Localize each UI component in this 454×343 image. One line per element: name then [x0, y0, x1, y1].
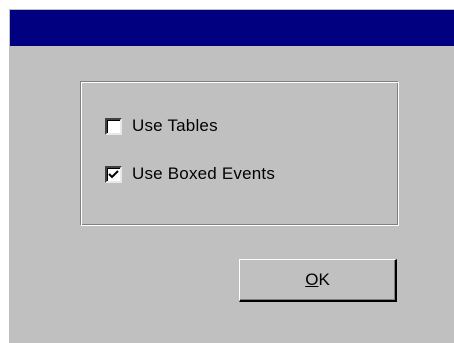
use-tables-checkbox[interactable] [105, 117, 122, 135]
ok-label-rest: K [318, 270, 330, 289]
use-tables-option[interactable]: Use Tables [105, 115, 218, 137]
ok-mnemonic: O [305, 270, 319, 289]
use-tables-label[interactable]: Use Tables [132, 116, 218, 136]
ok-button[interactable]: OK [239, 259, 397, 302]
checkmark-icon [108, 169, 119, 178]
title-bar[interactable] [10, 10, 454, 46]
use-boxed-events-option[interactable]: Use Boxed Events [105, 163, 275, 185]
dialog-window: Use Tables Use Boxed Events OK [8, 8, 454, 343]
use-boxed-events-label[interactable]: Use Boxed Events [132, 164, 275, 184]
ok-button-label: OK [305, 270, 330, 290]
options-groupbox: Use Tables Use Boxed Events [80, 81, 399, 226]
use-boxed-events-checkbox[interactable] [105, 165, 122, 183]
